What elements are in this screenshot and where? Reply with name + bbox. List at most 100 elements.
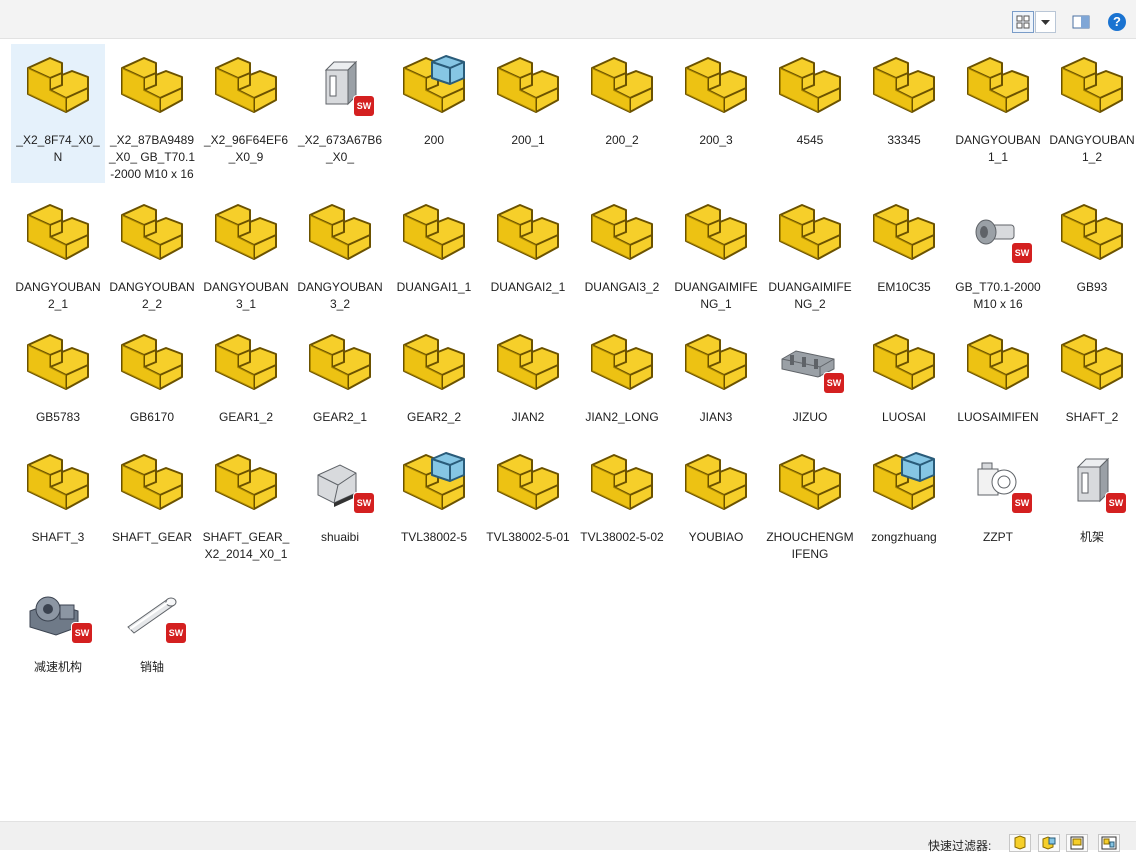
file-item-label: GB5783: [35, 410, 81, 424]
fixture-thumbnail-icon: SW: [962, 445, 1034, 519]
solidworks-badge-icon: SW: [166, 623, 186, 643]
file-item-label: DUANGAIMIFENG_1: [674, 280, 758, 311]
file-item[interactable]: SW ZZPT: [951, 441, 1045, 563]
file-item[interactable]: TVL38002-5-02: [575, 441, 669, 563]
part-icon: [304, 325, 376, 399]
file-item-label: _X2_8F74_X0_N: [16, 133, 100, 164]
file-item-label: zongzhuang: [871, 530, 937, 544]
file-item[interactable]: SW GB_T70.1-2000 M10 x 16: [951, 191, 1045, 313]
file-item[interactable]: JIAN2_LONG: [575, 321, 669, 433]
part-icon: [1056, 195, 1128, 269]
file-item[interactable]: SW _X2_673A67B6_X0_: [293, 44, 387, 183]
file-item-label: shuaibi: [320, 530, 360, 544]
file-item[interactable]: DANGYOUBAN3_2: [293, 191, 387, 313]
file-item-label: GEAR2_1: [312, 410, 368, 424]
file-item[interactable]: JIAN3: [669, 321, 763, 433]
part-icon: [868, 325, 940, 399]
file-item[interactable]: EM10C35: [857, 191, 951, 313]
file-item[interactable]: SHAFT_GEAR: [105, 441, 199, 563]
part-icon: [774, 445, 846, 519]
file-item[interactable]: DANGYOUBAN2_2: [105, 191, 199, 313]
file-item-label: GB_T70.1-2000 M10 x 16: [955, 280, 1041, 311]
file-item[interactable]: JIAN2: [481, 321, 575, 433]
part-icon: [962, 325, 1034, 399]
assembly-icon: [398, 48, 470, 122]
file-item-label: DANGYOUBAN1_1: [955, 133, 1041, 164]
file-item-label: TVL38002-5: [400, 530, 468, 544]
file-item[interactable]: DUANGAI3_2: [575, 191, 669, 313]
file-item[interactable]: 200: [387, 44, 481, 183]
file-item[interactable]: GEAR2_2: [387, 321, 481, 433]
file-item[interactable]: TVL38002-5: [387, 441, 481, 563]
file-item[interactable]: DANGYOUBAN3_1: [199, 191, 293, 313]
file-item[interactable]: TVL38002-5-01: [481, 441, 575, 563]
thumbnail-view-icon[interactable]: [1012, 11, 1034, 33]
preview-pane-icon[interactable]: [1070, 12, 1092, 32]
file-item[interactable]: DANGYOUBAN1_1: [951, 44, 1045, 183]
file-item[interactable]: GB5783: [11, 321, 105, 433]
part-icon: [210, 195, 282, 269]
file-item-label: SHAFT_3: [31, 530, 85, 544]
file-item[interactable]: YOUBIAO: [669, 441, 763, 563]
filter-top-level-icon[interactable]: [1098, 834, 1120, 852]
file-item[interactable]: SW shuaibi: [293, 441, 387, 563]
file-item[interactable]: SW 机架: [1045, 441, 1136, 563]
file-item[interactable]: _X2_87BA9489_X0_ GB_T70.1-2000 M10 x 16: [105, 44, 199, 183]
part-icon: [304, 195, 376, 269]
part-icon: [680, 445, 752, 519]
file-item[interactable]: DUANGAI1_1: [387, 191, 481, 313]
filter-drawings-icon[interactable]: [1066, 834, 1088, 852]
file-item[interactable]: 200_2: [575, 44, 669, 183]
file-item-label: SHAFT_2: [1065, 410, 1119, 424]
file-item[interactable]: DUANGAI2_1: [481, 191, 575, 313]
file-item[interactable]: _X2_8F74_X0_N: [11, 44, 105, 183]
part-icon: [22, 325, 94, 399]
file-item[interactable]: GB6170: [105, 321, 199, 433]
file-item-label: DUANGAI3_2: [584, 280, 660, 294]
file-item[interactable]: 200_3: [669, 44, 763, 183]
solidworks-badge-icon: SW: [1106, 493, 1126, 513]
file-item[interactable]: zongzhuang: [857, 441, 951, 563]
file-item[interactable]: DANGYOUBAN2_1: [11, 191, 105, 313]
part-icon: [868, 48, 940, 122]
file-item[interactable]: SHAFT_3: [11, 441, 105, 563]
part-icon: [680, 48, 752, 122]
file-item[interactable]: ZHOUCHENGMIFENG: [763, 441, 857, 563]
file-item-label: 销轴: [139, 660, 164, 674]
part-icon: [22, 48, 94, 122]
chevron-down-icon[interactable]: [1035, 11, 1056, 33]
part-icon: [586, 195, 658, 269]
file-item[interactable]: GB93: [1045, 191, 1136, 313]
part-icon: [1056, 48, 1128, 122]
file-item[interactable]: LUOSAI: [857, 321, 951, 433]
file-item[interactable]: 200_1: [481, 44, 575, 183]
file-item[interactable]: GEAR2_1: [293, 321, 387, 433]
solidworks-badge-icon: SW: [1012, 243, 1032, 263]
file-item-label: ZZPT: [983, 530, 1013, 544]
file-item[interactable]: SW JIZUO: [763, 321, 857, 433]
part-icon: [398, 195, 470, 269]
file-item-label: 机架: [1079, 530, 1104, 544]
file-item-label: 减速机构: [33, 660, 82, 674]
file-item[interactable]: _X2_96F64EF6_X0_9: [199, 44, 293, 183]
file-item[interactable]: SHAFT_GEAR_X2_2014_X0_1: [199, 441, 293, 563]
help-icon[interactable]: ?: [1108, 13, 1126, 31]
file-item-label: GB93: [1076, 280, 1108, 294]
filter-parts-icon[interactable]: [1009, 834, 1031, 852]
profile-thumbnail-icon: SW: [1056, 445, 1128, 519]
file-item[interactable]: SHAFT_2: [1045, 321, 1136, 433]
file-item-label: DANGYOUBAN2_2: [109, 280, 195, 311]
file-item[interactable]: 4545: [763, 44, 857, 183]
file-item[interactable]: GEAR1_2: [199, 321, 293, 433]
base-thumbnail-icon: SW: [774, 325, 846, 399]
file-item[interactable]: DUANGAIMIFENG_1: [669, 191, 763, 313]
file-item[interactable]: DUANGAIMIFENG_2: [763, 191, 857, 313]
file-item[interactable]: SW 减速机构: [11, 571, 105, 683]
file-item[interactable]: LUOSAIMIFEN: [951, 321, 1045, 433]
file-item-label: 4545: [796, 133, 824, 147]
file-item[interactable]: 33345: [857, 44, 951, 183]
file-item[interactable]: DANGYOUBAN1_2: [1045, 44, 1136, 183]
filter-assemblies-icon[interactable]: [1038, 834, 1060, 852]
part-icon: [116, 325, 188, 399]
file-item[interactable]: SW 销轴: [105, 571, 199, 683]
